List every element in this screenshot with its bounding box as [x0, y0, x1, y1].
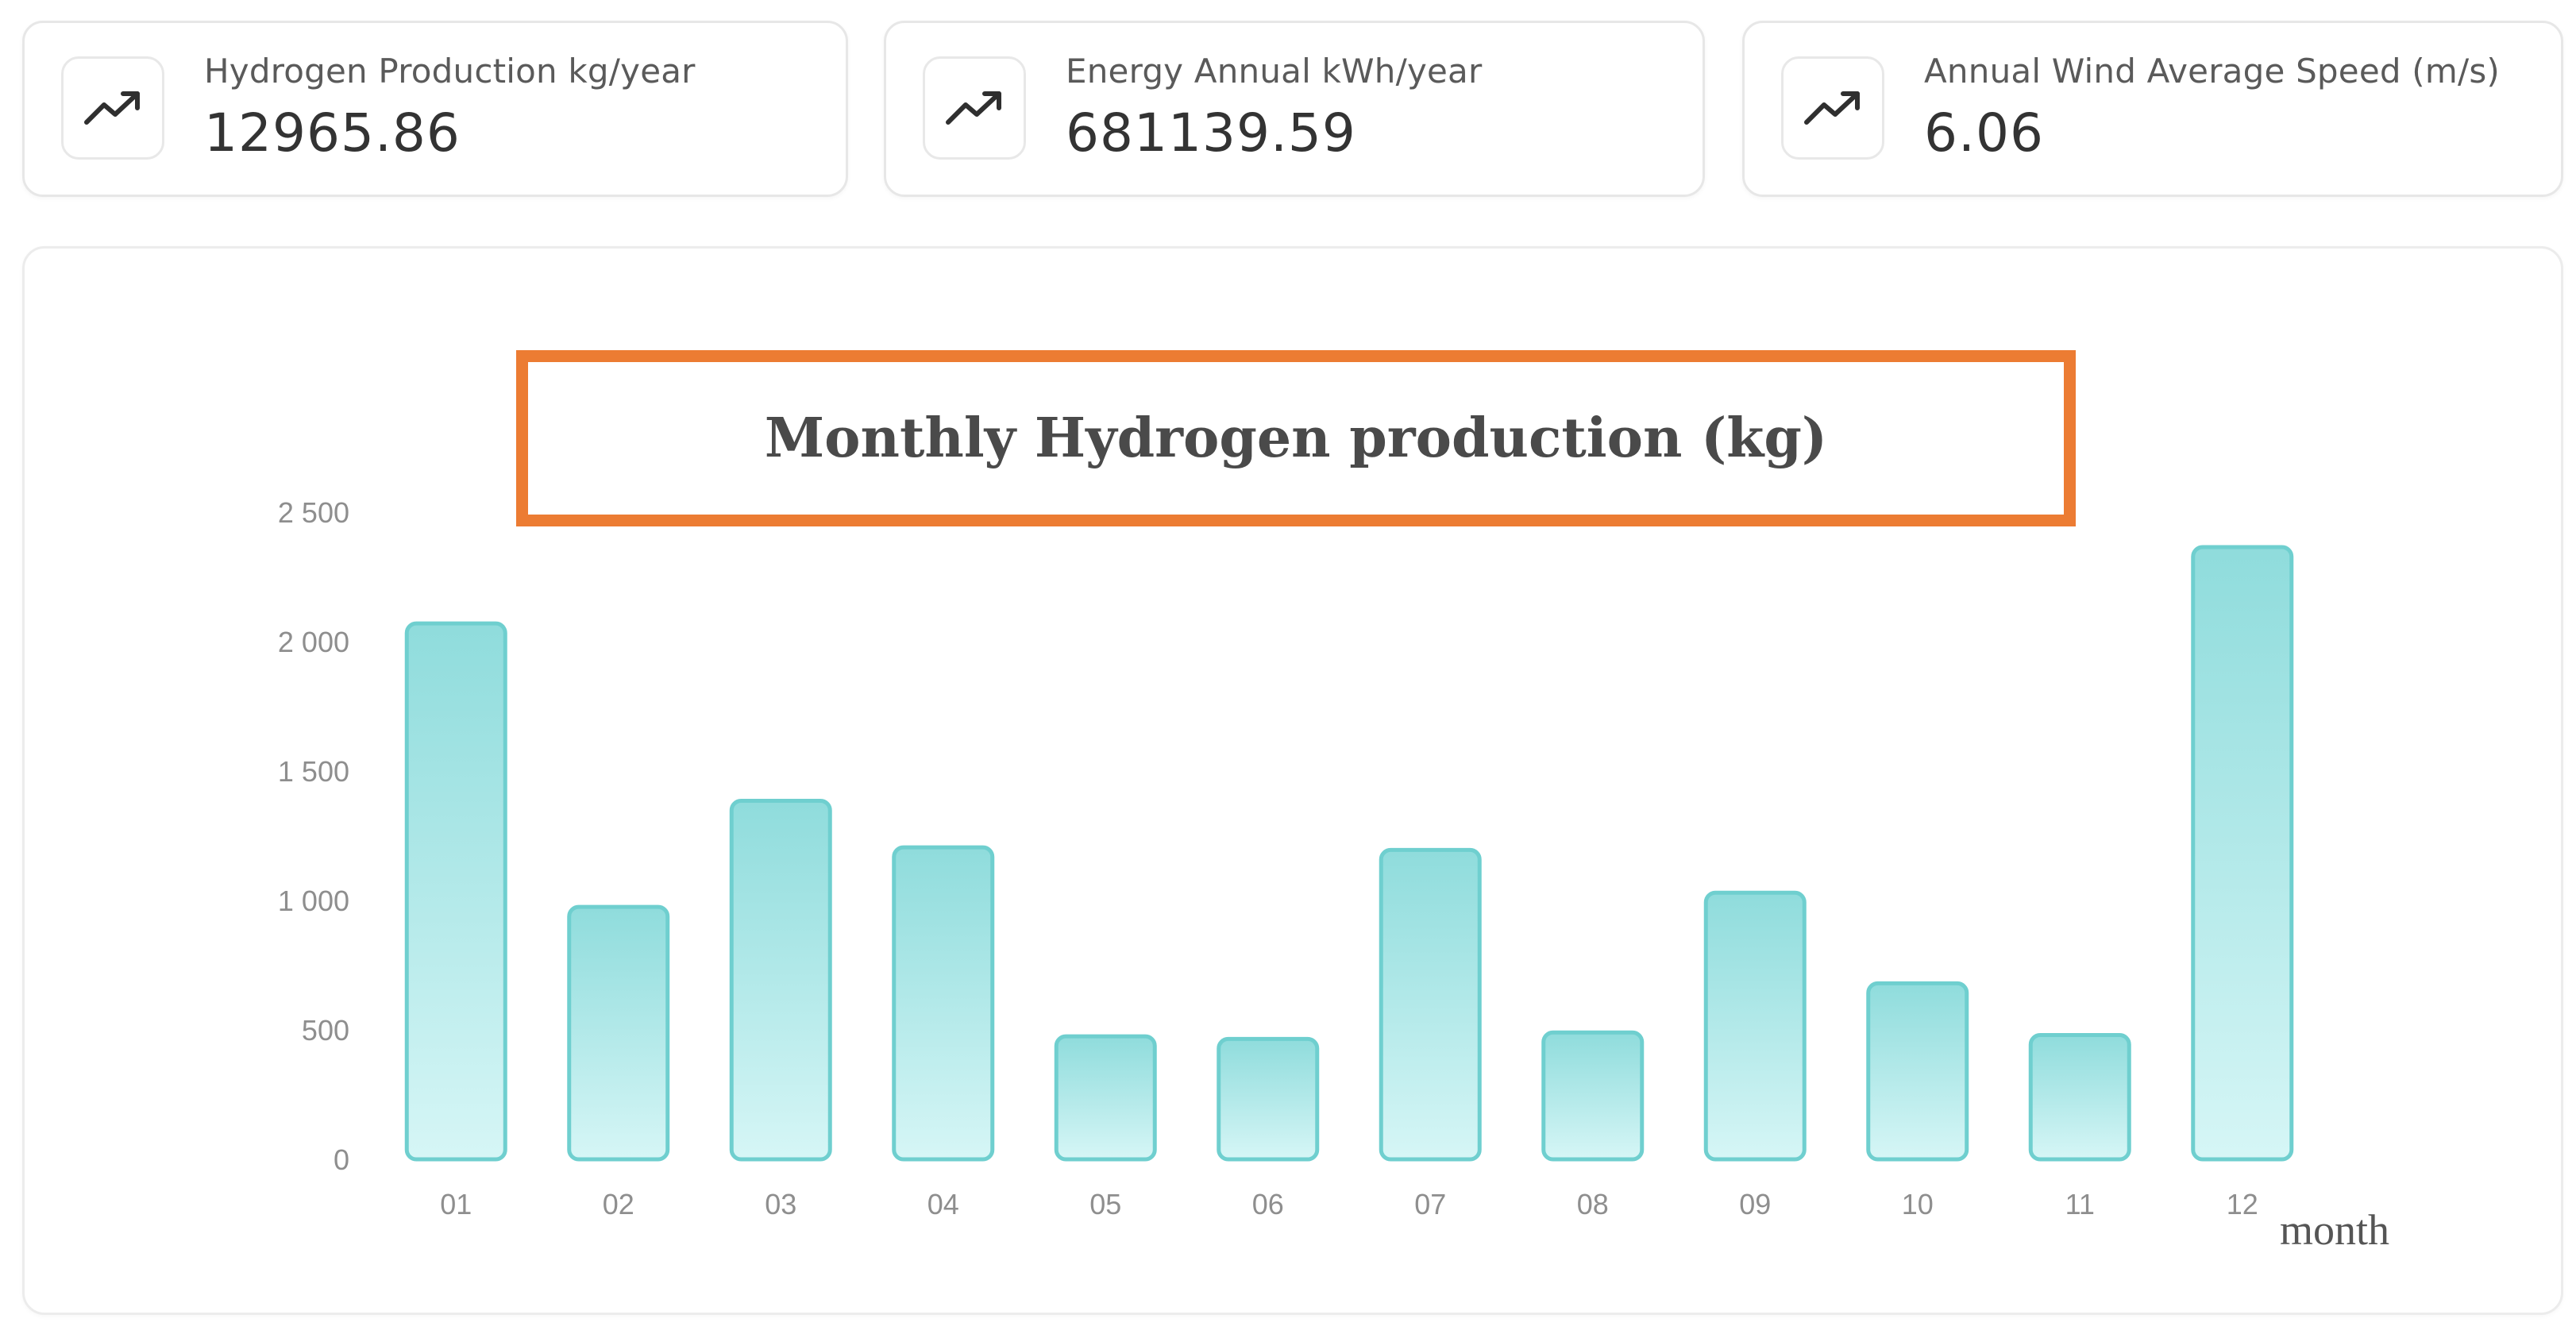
y-axis-ticks: 0 500 1 000 1 500 2 000 2 500	[278, 496, 349, 1176]
y-tick-label: 500	[302, 1014, 349, 1047]
bar-06[interactable]	[1217, 1036, 1320, 1162]
x-tick-label: 09	[1739, 1188, 1771, 1220]
bar-12[interactable]	[2191, 545, 2294, 1162]
bar-09[interactable]	[1703, 890, 1807, 1162]
chart-title-box: Monthly Hydrogen production (kg)	[516, 350, 2076, 526]
chart-bars	[404, 545, 2294, 1162]
x-tick-label: 07	[1414, 1188, 1446, 1220]
monthly-hydrogen-bar-chart: 05001 0001 5002 0002 500 01 02 03 04 05 06 07 0…	[278, 496, 2389, 1254]
x-tick-label: 12	[2227, 1188, 2258, 1220]
bar-05[interactable]	[1054, 1034, 1157, 1162]
y-tick-label: 0	[334, 1143, 349, 1176]
bar-11[interactable]	[2028, 1033, 2131, 1162]
y-tick-label: 1 500	[278, 755, 349, 788]
x-axis-label: month	[2280, 1206, 2389, 1254]
bar-01[interactable]	[404, 621, 507, 1162]
x-axis-ticks: 01 02 03 04 05 06 07 08 09 10 11 12	[440, 1188, 2258, 1220]
bar-04[interactable]	[892, 845, 995, 1162]
bar-07[interactable]	[1379, 847, 1482, 1162]
x-tick-label: 06	[1252, 1188, 1284, 1220]
y-tick-label: 2 000	[278, 626, 349, 658]
bar-03[interactable]	[729, 798, 832, 1162]
x-tick-label: 02	[603, 1188, 634, 1220]
x-tick-label: 10	[1902, 1188, 1934, 1220]
bar-10[interactable]	[1866, 981, 1969, 1162]
y-tick-label: 2 500	[278, 496, 349, 529]
x-tick-label: 03	[765, 1188, 796, 1220]
y-tick-label: 1 000	[278, 885, 349, 917]
chart-title: Monthly Hydrogen production (kg)	[764, 407, 1828, 470]
x-tick-label: 01	[440, 1188, 472, 1220]
x-tick-label: 05	[1089, 1188, 1121, 1220]
bar-02[interactable]	[567, 904, 670, 1162]
x-tick-label: 08	[1577, 1188, 1609, 1220]
x-tick-label: 11	[2065, 1188, 2095, 1220]
bar-08[interactable]	[1541, 1030, 1645, 1162]
x-tick-label: 04	[927, 1188, 959, 1220]
